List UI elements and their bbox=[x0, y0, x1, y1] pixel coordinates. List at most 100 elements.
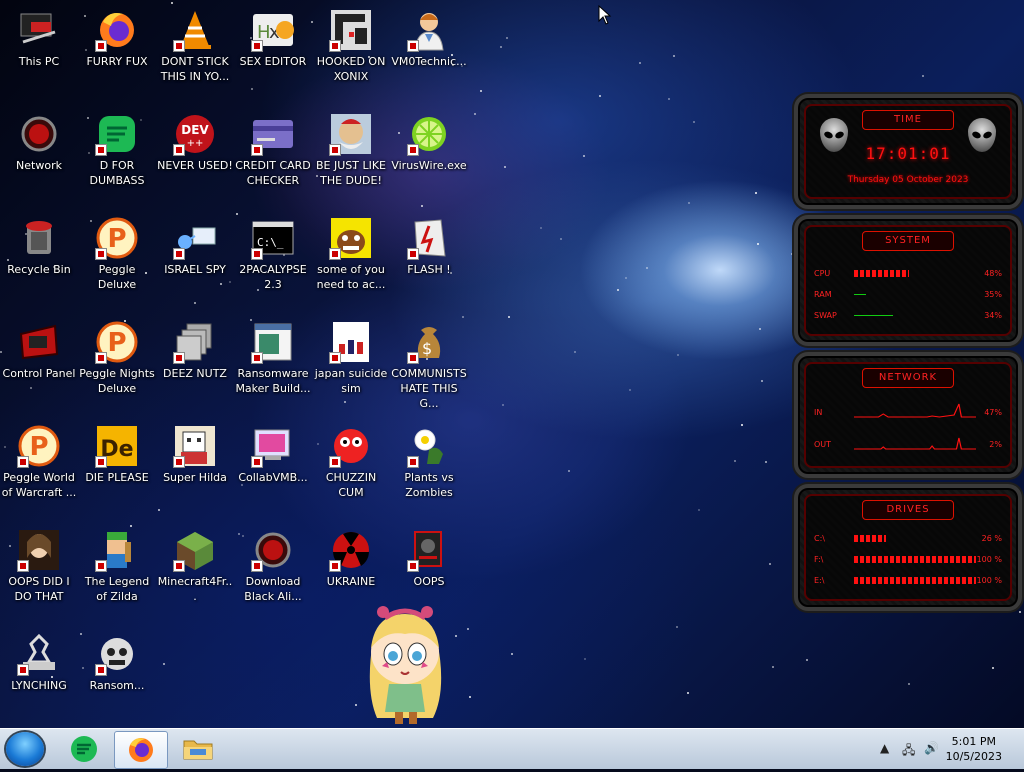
desktop-icon[interactable]: DEEZ NUTZ bbox=[156, 312, 234, 412]
desktop-icon[interactable]: This PC bbox=[0, 0, 78, 100]
desktop-icon[interactable]: D FOR DUMBASS bbox=[78, 104, 156, 204]
date-value: Thursday 05 October 2023 bbox=[847, 175, 969, 185]
taskbar-clock[interactable]: 5:01 PM 10/5/2023 bbox=[946, 734, 1002, 764]
system-key: SWAP bbox=[814, 311, 837, 320]
star-dot bbox=[500, 46, 503, 49]
system-fill bbox=[854, 315, 894, 316]
desktop-icon[interactable]: Network bbox=[0, 104, 78, 204]
volume-icon[interactable]: 🔊 bbox=[924, 741, 939, 755]
scooby-dog-icon bbox=[329, 216, 373, 260]
desktop-icon[interactable]: Download Black Ali... bbox=[234, 520, 312, 620]
desktop-icon[interactable]: Control Panel bbox=[0, 312, 78, 412]
desktop-icon[interactable]: Minecraft4Fr... bbox=[156, 520, 234, 620]
desktop-icon[interactable]: DONT STICK THIS IN YO... bbox=[156, 0, 234, 100]
shortcut-arrow-icon bbox=[251, 352, 263, 364]
desktop-icon[interactable]: Super Hilda bbox=[156, 416, 234, 516]
desktop-icon[interactable]: BE JUST LIKE THE DUDE! bbox=[312, 104, 390, 204]
system-value: 34% bbox=[984, 311, 1002, 320]
desktop-icon[interactable]: OOPS DID I DO THAT bbox=[0, 520, 78, 620]
folder-icon bbox=[183, 740, 213, 760]
drives-fill bbox=[854, 577, 976, 584]
plants-zombies-icon bbox=[407, 424, 451, 468]
show-hidden-icons-chevron-icon[interactable]: ▲ bbox=[880, 741, 889, 755]
star-dot bbox=[480, 90, 483, 93]
network-spy-icon bbox=[173, 216, 217, 260]
star-dot bbox=[759, 328, 762, 331]
desktop-icon[interactable]: CHUZZIN CUM bbox=[312, 416, 390, 516]
drives-key: C:\ bbox=[814, 534, 825, 543]
desktop-icon-label: Download Black Ali... bbox=[244, 575, 302, 603]
network-orb-icon bbox=[17, 112, 61, 156]
shortcut-arrow-icon bbox=[173, 144, 185, 156]
desktop-icon[interactable]: C:\_ 2PACALYPSE 2.3 bbox=[234, 208, 312, 308]
money-bag-icon: $ bbox=[407, 320, 451, 364]
star-dot bbox=[617, 289, 620, 292]
desktop-icon[interactable]: Plants vs Zombies bbox=[390, 416, 468, 516]
star-dot bbox=[502, 403, 505, 406]
shortcut-arrow-icon bbox=[251, 248, 263, 260]
desktop-icon[interactable]: De DIE PLEASE bbox=[78, 416, 156, 516]
network-panel: NETWORK IN 47% OUT 2% bbox=[794, 352, 1022, 478]
star-dot bbox=[754, 192, 757, 195]
desktop-icon[interactable]: DEV ++ NEVER USED! bbox=[156, 104, 234, 204]
drives-bar bbox=[854, 535, 976, 542]
desktop-icon[interactable]: FURRY FUX bbox=[78, 0, 156, 100]
desktop-icon[interactable]: HOOKED ON XONIX bbox=[312, 0, 390, 100]
recycle-bin-icon bbox=[17, 216, 61, 260]
desktop-icon-label: VM0Technic... bbox=[391, 55, 467, 68]
desktop-icon[interactable]: Ransom... bbox=[78, 624, 156, 724]
star-dot bbox=[473, 112, 476, 115]
desktop-icon[interactable]: Recycle Bin bbox=[0, 208, 78, 308]
desktop-icon-label: Minecraft4Fr... bbox=[157, 575, 233, 603]
clock-date: 10/5/2023 bbox=[945, 750, 1002, 763]
desktop-icon-label: CollabVMB... bbox=[238, 471, 308, 484]
system-key: CPU bbox=[814, 269, 831, 278]
desktop-icon[interactable]: CollabVMB... bbox=[234, 416, 312, 516]
taskbar: ▲ 🖧 🔊 5:01 PM 10/5/2023 bbox=[0, 728, 1024, 769]
desktop-icon[interactable]: VM0Technic... bbox=[390, 0, 468, 100]
desktop-icon[interactable]: The Legend of Zilda bbox=[78, 520, 156, 620]
desktop-icon[interactable]: FLASH ! bbox=[390, 208, 468, 308]
drives-bar bbox=[854, 577, 976, 584]
desktop-icon[interactable]: VirusWire.exe bbox=[390, 104, 468, 204]
stacked-windows-icon bbox=[173, 320, 217, 364]
desktop-icon[interactable]: japan suicide sim bbox=[312, 312, 390, 412]
taskbar-spotify-app[interactable] bbox=[58, 731, 110, 767]
desktop-icon-label: OOPS DID I DO THAT bbox=[8, 575, 70, 603]
desktop-icon[interactable]: $ COMMUNISTS HATE THIS G... bbox=[390, 312, 468, 412]
desktop-icon-label: UKRAINE bbox=[326, 575, 376, 588]
desktop-icon-label: 2PACALYPSE 2.3 bbox=[239, 263, 307, 291]
desktop-icon-label: CHUZZIN CUM bbox=[325, 471, 377, 499]
desktop-icon[interactable]: some of you need to ac... bbox=[312, 208, 390, 308]
shortcut-arrow-icon bbox=[251, 456, 263, 468]
network-icon[interactable]: 🖧 bbox=[902, 741, 915, 762]
desktop-icon[interactable]: Ransomware Maker Build... bbox=[234, 312, 312, 412]
desktop-icon-label: some of you need to ac... bbox=[316, 263, 386, 291]
desktop-icon-label: DEEZ NUTZ bbox=[163, 367, 227, 380]
desktop-icon[interactable]: P Peggle Nights Deluxe bbox=[78, 312, 156, 412]
desktop-icon[interactable]: ISRAEL SPY bbox=[156, 208, 234, 308]
system-title: SYSTEM bbox=[862, 231, 954, 251]
drives-row: E:\ 100 % bbox=[806, 570, 1010, 591]
desktop-icon[interactable]: Hx SEX EDITOR bbox=[234, 0, 312, 100]
start-button[interactable] bbox=[6, 732, 44, 766]
shortcut-arrow-icon bbox=[329, 248, 341, 260]
star-dot bbox=[765, 461, 768, 463]
taskbar-firefox-app[interactable] bbox=[114, 731, 168, 769]
shortcut-arrow-icon bbox=[95, 40, 107, 52]
shortcut-arrow-icon bbox=[251, 144, 263, 156]
drives-row: C:\ 26 % bbox=[806, 528, 1010, 549]
desktop-icon[interactable]: CREDIT CARD CHECKER bbox=[234, 104, 312, 204]
taskbar-file-explorer[interactable] bbox=[172, 731, 224, 767]
star-dot bbox=[761, 379, 764, 382]
ransom-skull-icon bbox=[95, 632, 139, 676]
desktop-icon-label: ISRAEL SPY bbox=[164, 263, 226, 276]
desktop-icon-label: HOOKED ON XONIX bbox=[316, 55, 386, 83]
shortcut-arrow-icon bbox=[173, 352, 185, 364]
desktop-icon[interactable]: P Peggle Deluxe bbox=[78, 208, 156, 308]
star-dot bbox=[756, 243, 759, 246]
desktop-icon[interactable]: P Peggle World of Warcraft ... bbox=[0, 416, 78, 516]
desktop-icon[interactable]: LYNCHING bbox=[0, 624, 78, 724]
p-letter: P bbox=[107, 328, 126, 358]
network-bar bbox=[854, 402, 976, 422]
